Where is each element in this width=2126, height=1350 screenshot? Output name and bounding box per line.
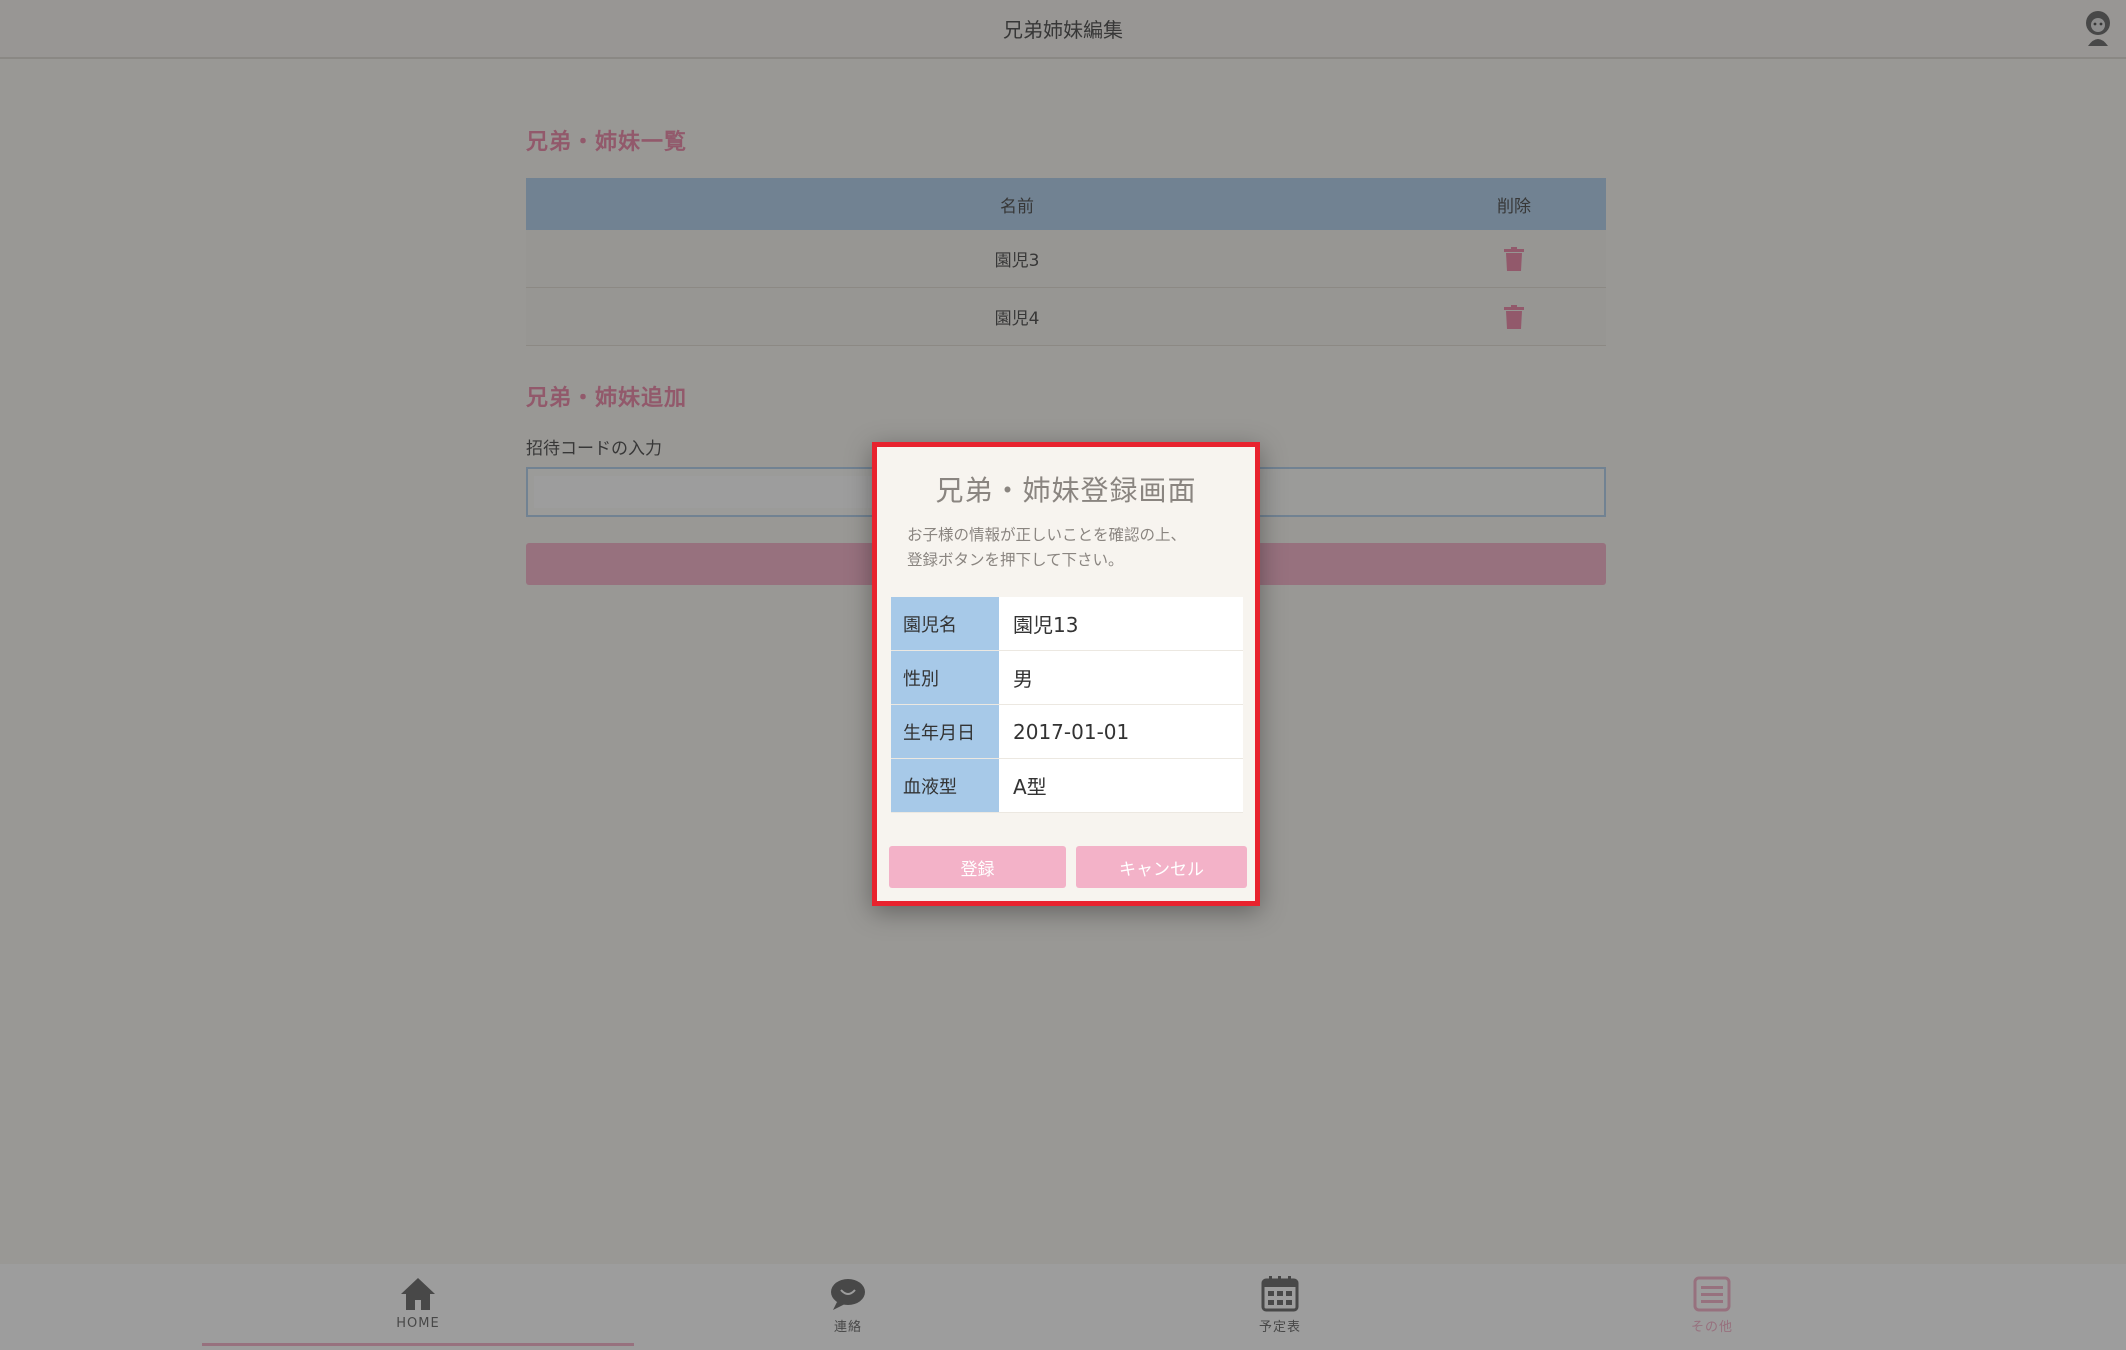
dialog-description-line: お子様の情報が正しいことを確認の上、 bbox=[907, 526, 1187, 544]
info-row-gender: 性別 男 bbox=[891, 651, 1243, 705]
dialog-description: お子様の情報が正しいことを確認の上、 登録ボタンを押下して下さい。 bbox=[907, 523, 1231, 573]
info-value: 2017-01-01 bbox=[999, 705, 1243, 758]
sibling-register-dialog: 兄弟・姉妹登録画面 お子様の情報が正しいことを確認の上、 登録ボタンを押下して下… bbox=[872, 442, 1260, 906]
info-value: 男 bbox=[999, 651, 1243, 704]
dialog-description-line: 登録ボタンを押下して下さい。 bbox=[907, 551, 1124, 569]
info-key: 性別 bbox=[891, 651, 999, 704]
cancel-button[interactable]: キャンセル bbox=[1076, 846, 1247, 888]
info-value: 園児13 bbox=[999, 597, 1243, 650]
dialog-buttons: 登録 キャンセル bbox=[889, 846, 1247, 888]
dialog-title: 兄弟・姉妹登録画面 bbox=[935, 474, 1197, 507]
info-key: 血液型 bbox=[891, 759, 999, 812]
info-value: A型 bbox=[999, 759, 1243, 812]
register-button[interactable]: 登録 bbox=[889, 846, 1066, 888]
child-info-table: 園児名 園児13 性別 男 生年月日 2017-01-01 血液型 A型 bbox=[891, 597, 1243, 813]
info-row-birthdate: 生年月日 2017-01-01 bbox=[891, 705, 1243, 759]
info-key: 園児名 bbox=[891, 597, 999, 650]
info-row-child-name: 園児名 園児13 bbox=[891, 597, 1243, 651]
info-row-blood-type: 血液型 A型 bbox=[891, 759, 1243, 813]
info-key: 生年月日 bbox=[891, 705, 999, 758]
